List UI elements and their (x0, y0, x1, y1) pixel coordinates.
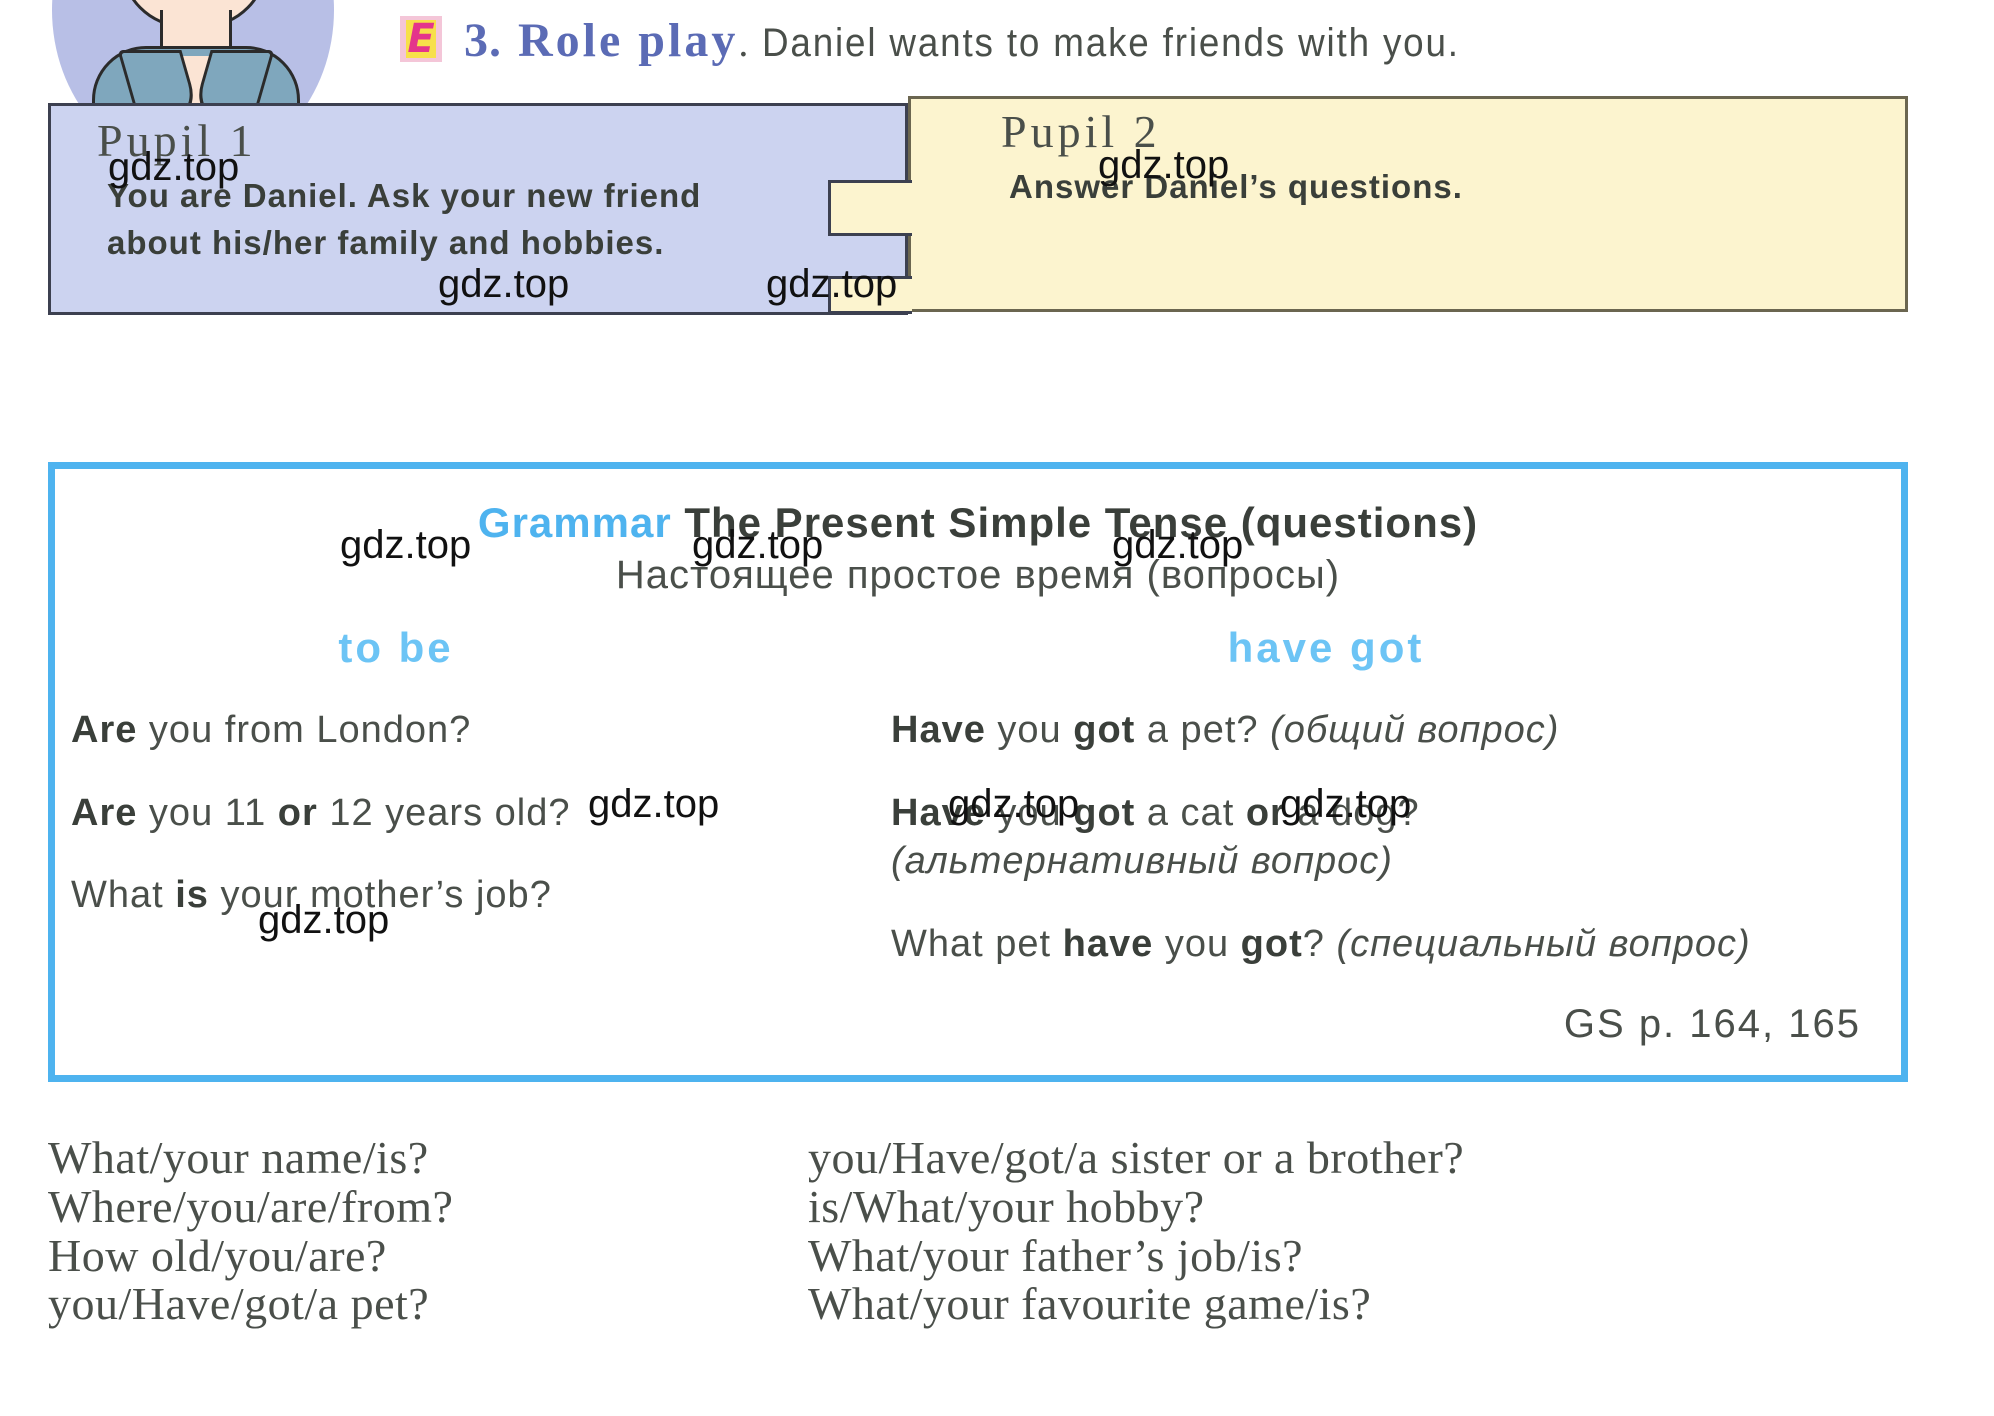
scrambled-sentence-right-1: you/Have/got/a sister or a brother? (808, 1132, 1465, 1183)
task-header: E 3. Role play . Daniel wants to make fr… (400, 10, 1521, 68)
task-title-period: . (738, 20, 749, 65)
grammar-title: Grammar The Present Simple Tense (questi… (55, 499, 1901, 547)
puzzle-tab-upper (828, 180, 912, 236)
pupil-1-card: Pupil 1 You are Daniel. Ask your new fri… (48, 103, 908, 315)
scrambled-sentence-right-4: What/your favourite game/is? (808, 1278, 1372, 1330)
task-description: Daniel wants to make friends with you. (762, 21, 1461, 65)
scrambled-sentence-left-3: How old/you/are? (48, 1229, 387, 1281)
grammar-title-ru: Настоящее простое время (вопросы) (615, 553, 1341, 597)
pupil-1-title: Pupil 1 (97, 115, 257, 166)
english-badge-icon: E (400, 16, 442, 62)
scrambled-sentences: What/your name/is? Where/you/are/from? How… (48, 1132, 1928, 1330)
grammar-example-to-be-2: Are you 11 or 12 years old? (71, 791, 571, 834)
pupil-2-card: Pupil 2 Answer Daniel’s questions. (908, 96, 1908, 312)
pupil-1-instruction: You are Daniel. Ask your new friend abou… (107, 177, 702, 261)
english-badge-letter: E (407, 16, 435, 62)
pupil-2-title: Pupil 2 (1001, 106, 1161, 157)
scrambled-sentence-right-3: What/your father’s job/is? (808, 1229, 1304, 1281)
grammar-columns: to be Are you from London? Are you 11 or … (55, 624, 1901, 969)
grammar-examples-to-be: Are you from London? Are you 11 or 12 yea… (71, 706, 891, 920)
grammar-example-have-got-2: Have you got a cat or a dog? (альтернатив… (891, 791, 1420, 883)
grammar-example-have-got-1: Have you got a pet? (общий вопрос) (891, 709, 1560, 751)
scrambled-sentence-left-1: What/your name/is? (48, 1132, 429, 1183)
scrambled-sentence-right-2: is/What/your hobby? (808, 1180, 1205, 1232)
scrambled-sentence-left-2: Where/you/are/from? (48, 1180, 454, 1232)
grammar-column-have-got: have got Have you got a pet? (общий вопр… (891, 624, 1891, 969)
grammar-head-have-got: have got (1227, 624, 1425, 671)
grammar-label: Grammar (477, 499, 672, 546)
grammar-example-to-be-1: Are you from London? (71, 709, 472, 751)
sentences-column-right: you/Have/got/a sister or a brother? is/Wh… (808, 1132, 1908, 1330)
grammar-head-to-be: to be (338, 624, 454, 671)
pupil-2-instruction: Answer Daniel’s questions. (1009, 168, 1463, 205)
grammar-examples-have-got: Have you got a pet? (общий вопрос) Have y… (891, 706, 1891, 969)
sentences-column-left: What/your name/is? Where/you/are/from? How… (48, 1132, 808, 1330)
task-number: 3. (464, 14, 502, 67)
scrambled-sentence-left-4: you/Have/got/a pet? (48, 1278, 430, 1330)
grammar-example-have-got-3: What pet have you got? (специальный вопр… (891, 922, 1751, 965)
grammar-reference: GS p. 164, 165 (1563, 1002, 1861, 1046)
page-title: Role play (518, 14, 739, 67)
grammar-box: Grammar The Present Simple Tense (questi… (48, 462, 1908, 1082)
grammar-title-en: The Present Simple Tense (questions) (684, 499, 1479, 546)
grammar-example-to-be-3: What is your mother’s job? (71, 874, 552, 917)
grammar-column-to-be: to be Are you from London? Are you 11 or … (55, 624, 891, 969)
puzzle-tab-lower (828, 276, 912, 314)
